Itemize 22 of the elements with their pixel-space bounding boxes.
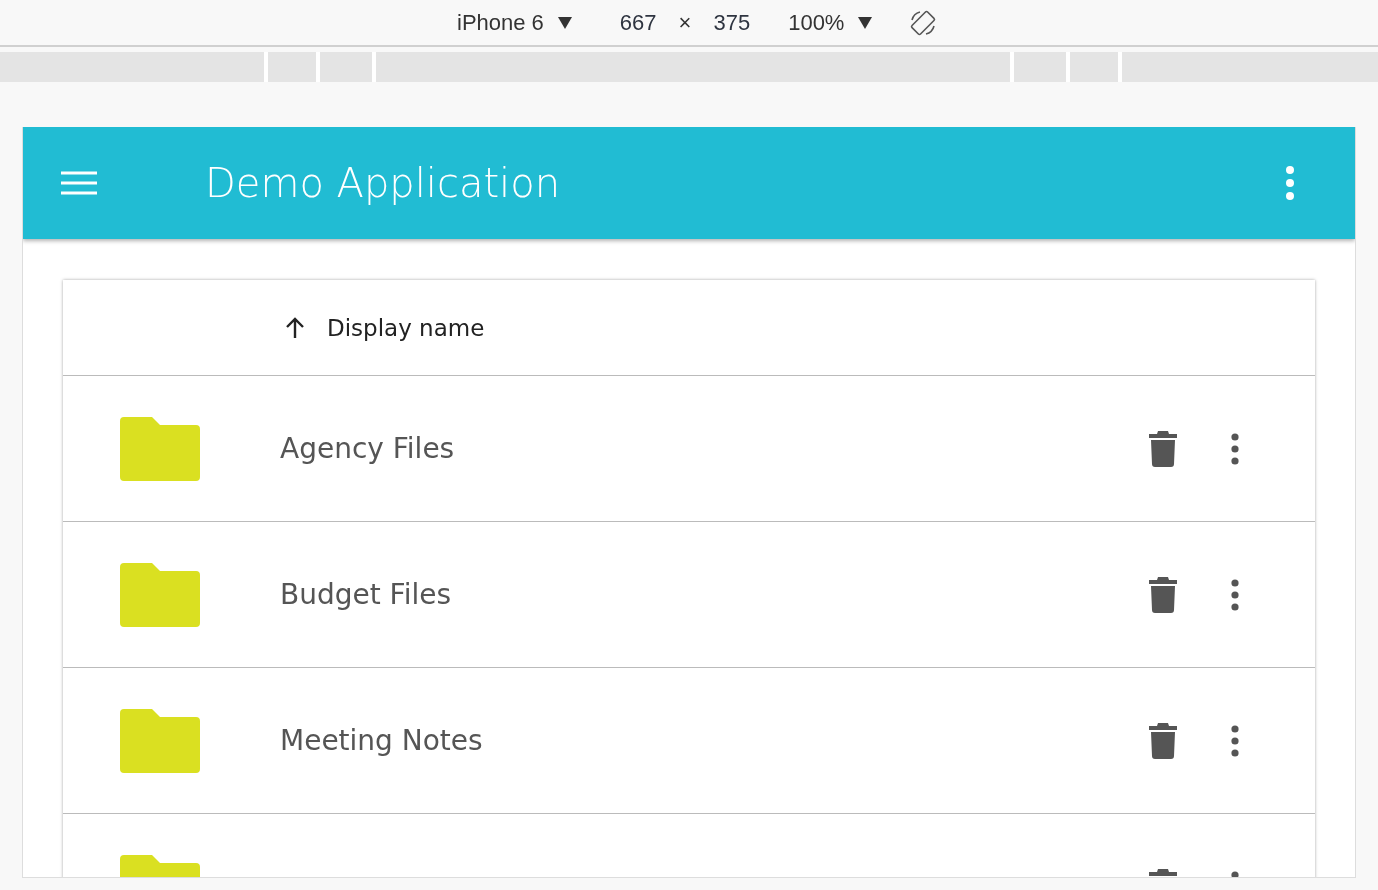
folder-icon bbox=[120, 708, 200, 773]
app-title: Demo Application bbox=[205, 160, 562, 206]
sort-arrow-icon bbox=[285, 316, 305, 339]
sort-header[interactable]: Display name bbox=[285, 314, 485, 341]
height-value[interactable]: 375 bbox=[713, 9, 751, 36]
file-name[interactable]: Budget Files bbox=[280, 578, 1149, 611]
trash-icon[interactable] bbox=[1149, 722, 1177, 759]
trash-icon[interactable] bbox=[1149, 576, 1177, 613]
zoom-dropdown[interactable]: 100% bbox=[788, 9, 873, 36]
file-name[interactable]: Meeting Notes bbox=[280, 724, 1149, 757]
more-icon[interactable] bbox=[1231, 724, 1239, 757]
more-icon[interactable] bbox=[1231, 578, 1239, 611]
more-icon[interactable] bbox=[1231, 432, 1239, 465]
caret-icon bbox=[557, 16, 572, 29]
times-sign: × bbox=[678, 9, 692, 36]
trash-icon[interactable] bbox=[1149, 430, 1177, 467]
folder-icon bbox=[120, 416, 200, 481]
file-name[interactable]: Agency Files bbox=[280, 432, 1149, 465]
caret-icon bbox=[858, 16, 873, 29]
width-value[interactable]: 667 bbox=[619, 9, 657, 36]
folder-icon bbox=[120, 562, 200, 627]
device-dropdown[interactable]: iPhone 6 bbox=[457, 9, 572, 36]
